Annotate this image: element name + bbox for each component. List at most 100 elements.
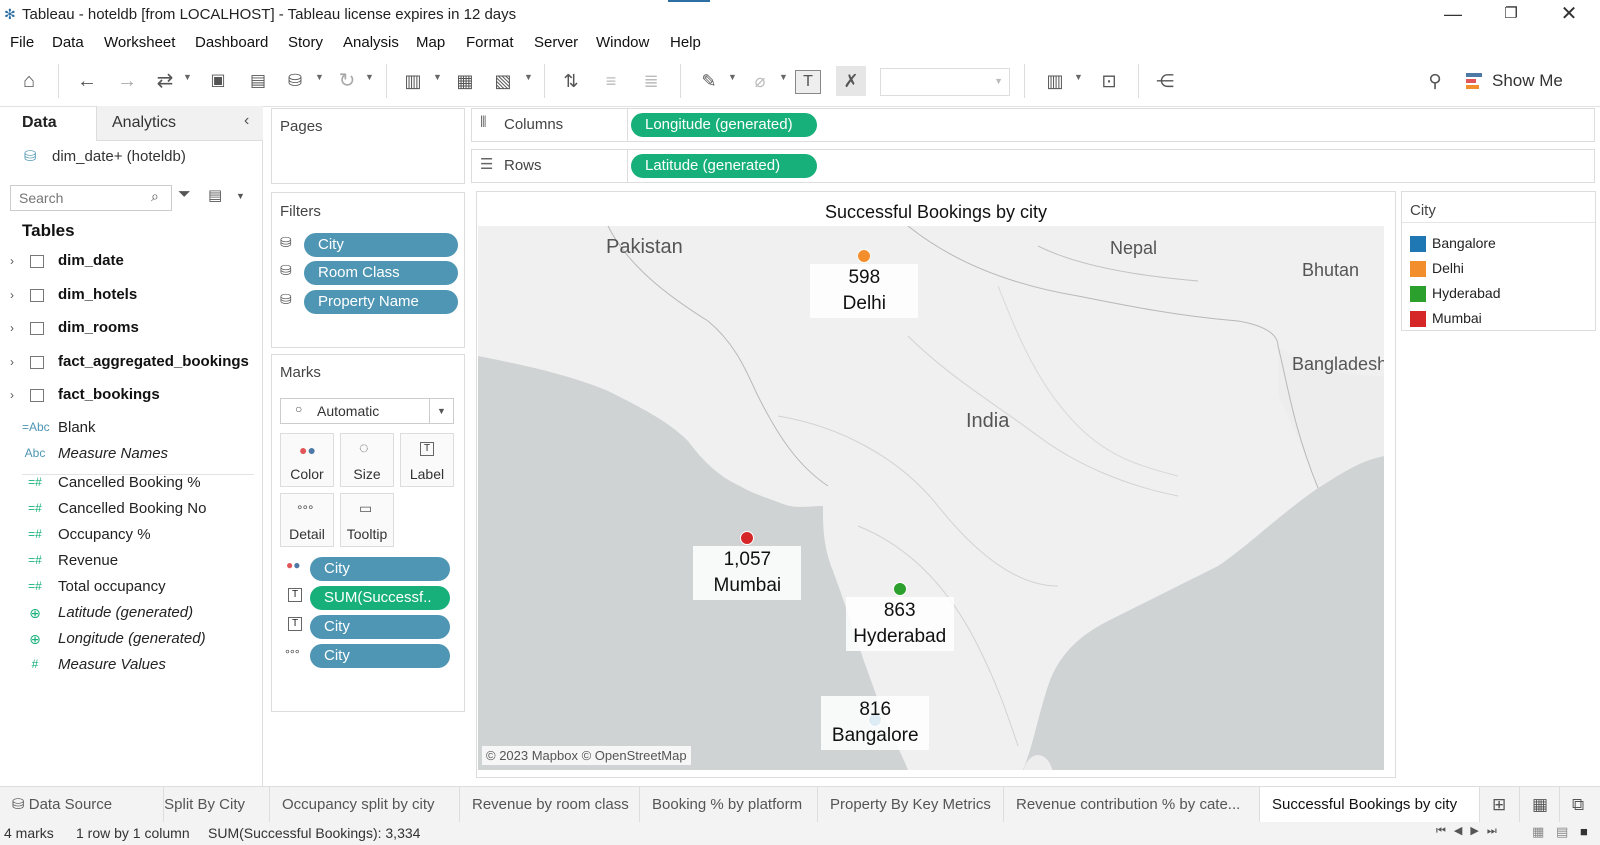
tab-revenue-room-class[interactable]: Revenue by room class [460, 787, 640, 823]
field-item[interactable]: =Abc Blank [0, 416, 262, 442]
menu-map[interactable]: Map [416, 34, 445, 51]
undo-icon[interactable]: ← [72, 66, 102, 96]
tab-data[interactable]: Data [22, 106, 57, 140]
redo-icon[interactable]: → [112, 66, 142, 96]
tooltip-button[interactable]: ▭ Tooltip [340, 493, 394, 547]
field-item[interactable]: =# Cancelled Booking % [0, 471, 262, 497]
close-icon[interactable]: ✕ [1546, 0, 1592, 30]
field-item[interactable]: =# Revenue [0, 549, 262, 575]
field-item[interactable]: =# Total occupancy [0, 575, 262, 601]
table-row[interactable]: › fact_bookings [0, 380, 262, 412]
pin-icon[interactable]: ⚲ [1420, 66, 1450, 96]
menu-dashboard[interactable]: Dashboard [195, 34, 268, 51]
home-icon[interactable]: ⌂ [14, 66, 44, 96]
table-row[interactable]: › dim_rooms [0, 313, 262, 345]
filter-icon[interactable]: ⏷ [178, 186, 191, 204]
field-item[interactable]: =# Occupancy % [0, 523, 262, 549]
view-options-icon[interactable]: ▤ [208, 186, 222, 204]
sort-descending-icon[interactable]: ≣ [636, 66, 666, 96]
chevron-down-icon[interactable]: ▼ [315, 72, 324, 82]
swap-rows-columns-icon[interactable]: ⇅ [556, 66, 586, 96]
filter-pill-room-class[interactable]: Room Class [304, 261, 458, 285]
columns-shelf[interactable]: ⦀ Columns Longitude (generated) [471, 108, 1595, 142]
marks-pill-color-city[interactable]: City [310, 557, 450, 581]
map-view[interactable]: Pakistan Nepal Bhutan India Bangladesh 5… [478, 226, 1384, 770]
chevron-right-icon[interactable]: › [10, 388, 14, 402]
marks-pill-detail-city[interactable]: City [310, 644, 450, 668]
tab-property-key-metrics[interactable]: Property By Key Metrics [818, 787, 1004, 823]
rows-shelf[interactable]: ☰ Rows Latitude (generated) [471, 149, 1595, 183]
menu-server[interactable]: Server [534, 34, 578, 51]
sheet-sorter-icon[interactable]: ▦ [1532, 824, 1544, 840]
chevron-down-icon[interactable]: ▼ [183, 72, 192, 82]
table-row[interactable]: › dim_hotels [0, 280, 262, 312]
show-cards-icon[interactable]: ▥ [1040, 66, 1070, 96]
pages-shelf[interactable]: Pages [271, 108, 465, 184]
field-item[interactable]: # Measure Values [0, 653, 262, 679]
chevron-right-icon[interactable]: › [10, 288, 14, 302]
filter-pill-property-name[interactable]: Property Name [304, 290, 458, 314]
search-input[interactable] [17, 188, 147, 208]
size-button[interactable]: ◌ Size [340, 433, 394, 487]
menu-worksheet[interactable]: Worksheet [104, 34, 175, 51]
tab-split-by-city[interactable]: Split By City [164, 787, 270, 823]
tab-data-source[interactable]: ⛁ Data Source [0, 787, 164, 823]
filters-shelf[interactable]: Filters ⛁ City ⛁ Room Class ⛁ Property N… [271, 192, 465, 348]
show-mark-labels-icon[interactable]: T [795, 70, 821, 94]
sort-ascending-icon[interactable]: ≡ [596, 66, 626, 96]
minimize-icon[interactable]: — [1430, 0, 1476, 30]
field-item[interactable]: ⊕ Longitude (generated) [0, 627, 262, 653]
group-members-icon[interactable]: ⌀ [745, 66, 775, 96]
chevron-down-icon[interactable]: ▼ [365, 72, 374, 82]
duplicate-sheet-icon[interactable]: ▦ [450, 66, 480, 96]
chevron-right-icon[interactable]: › [10, 355, 14, 369]
tab-successful-bookings[interactable]: Successful Bookings by city [1260, 787, 1480, 823]
marks-pill-label-city[interactable]: City [310, 615, 450, 639]
chevron-down-icon[interactable]: ▼ [1074, 72, 1083, 82]
save-icon[interactable]: ▣ [203, 66, 233, 96]
fit-dropdown[interactable]: ▼ [880, 68, 1010, 96]
tab-booking-platform[interactable]: Booking % by platform [640, 787, 818, 823]
map-attribution[interactable]: © 2023 Mapbox © OpenStreetMap [482, 746, 691, 765]
datasource-name[interactable]: dim_date+ (hoteldb) [52, 148, 186, 165]
chevron-down-icon[interactable]: ▼ [236, 191, 245, 201]
chevron-down-icon[interactable]: ▼ [433, 72, 442, 82]
table-row[interactable]: › dim_date [0, 246, 262, 278]
map-point-delhi[interactable] [857, 248, 872, 263]
rows-pill[interactable]: Latitude (generated) [631, 154, 817, 178]
filter-pill-city[interactable]: City [304, 233, 458, 257]
new-dashboard-icon[interactable]: ▦ [1520, 787, 1560, 823]
map-point-hyderabad[interactable] [892, 581, 907, 596]
tab-revenue-contribution[interactable]: Revenue contribution % by cate... [1004, 787, 1260, 823]
menu-file[interactable]: File [10, 34, 34, 51]
chevron-down-icon[interactable]: ▼ [728, 72, 737, 82]
search-icon[interactable]: ⌕ [151, 188, 159, 205]
restore-icon[interactable]: ❐ [1488, 0, 1534, 30]
columns-pill[interactable]: Longitude (generated) [631, 113, 817, 137]
tab-analytics[interactable]: Analytics [112, 106, 176, 140]
menu-analysis[interactable]: Analysis [343, 34, 399, 51]
database-icon[interactable]: ⛁ [280, 66, 310, 96]
new-worksheet-icon[interactable]: ▥ [398, 66, 428, 96]
share-icon[interactable]: ⋲ [1150, 66, 1180, 96]
menu-window[interactable]: Window [596, 34, 649, 51]
tab-occupancy-split[interactable]: Occupancy split by city [270, 787, 460, 823]
tabs-view-icon[interactable]: ■ [1580, 824, 1588, 839]
new-datasource-icon[interactable]: ▤ [243, 66, 273, 96]
field-item[interactable]: ⊕ Latitude (generated) [0, 601, 262, 627]
table-row[interactable]: › fact_aggregated_bookings [0, 347, 262, 379]
swap-icon[interactable]: ⇄ [150, 66, 180, 96]
new-story-icon[interactable]: ⧉ [1560, 787, 1600, 823]
field-item[interactable]: =# Cancelled Booking No [0, 497, 262, 523]
chevron-right-icon[interactable]: › [10, 321, 14, 335]
label-button[interactable]: T Label [400, 433, 454, 487]
menu-format[interactable]: Format [466, 34, 514, 51]
chevron-down-icon[interactable]: ▼ [524, 72, 533, 82]
collapse-pane-icon[interactable]: ‹ [244, 112, 249, 130]
color-button[interactable]: ●● Color [280, 433, 334, 487]
filmstrip-icon[interactable]: ▤ [1556, 824, 1568, 840]
field-item[interactable]: Abc Measure Names [0, 442, 262, 468]
fix-axes-icon[interactable]: ✗ [836, 66, 866, 96]
marks-pill-label-sum[interactable]: SUM(Successf.. [310, 586, 450, 610]
chevron-down-icon[interactable]: ▼ [779, 72, 788, 82]
